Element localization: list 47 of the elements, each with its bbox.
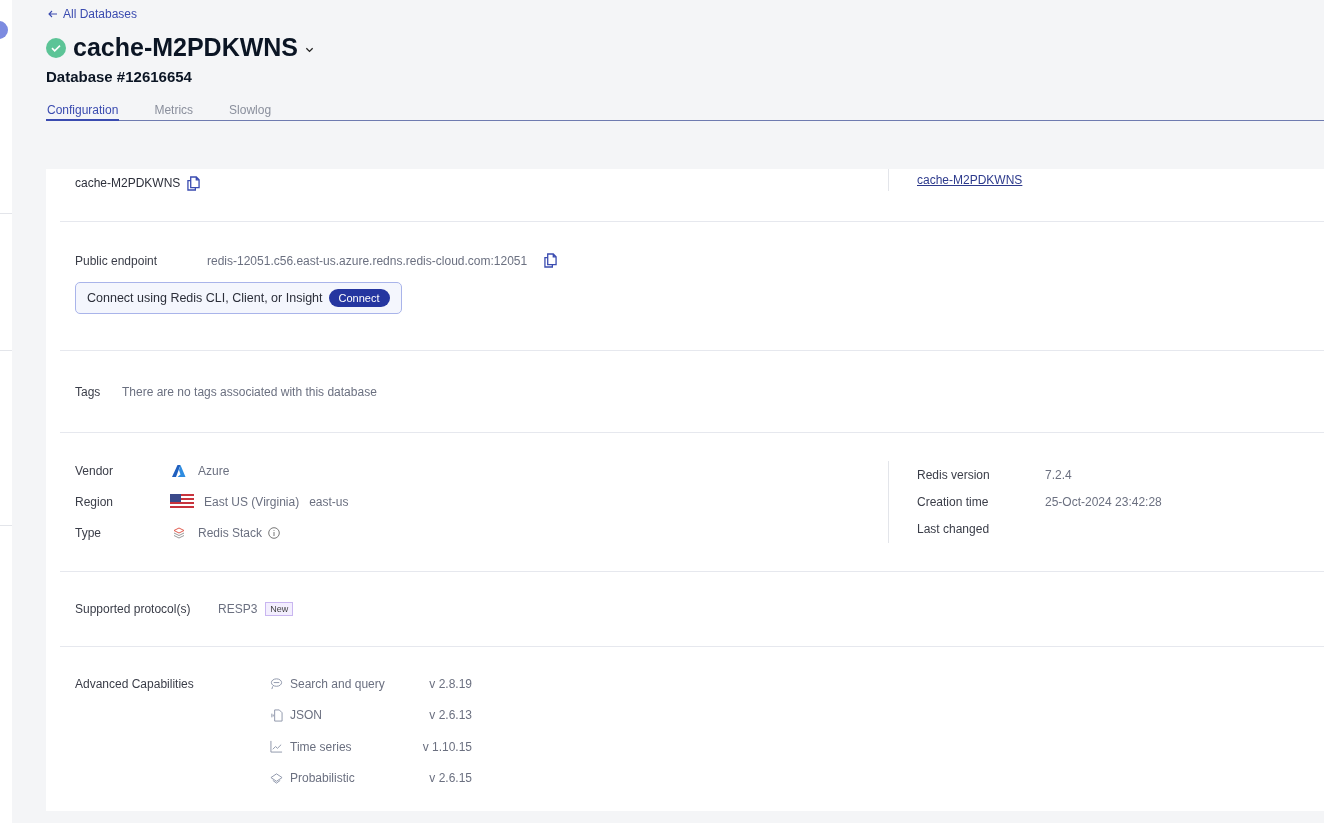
field-value: Azure — [198, 464, 230, 478]
field-value: Redis Stack — [198, 526, 263, 540]
back-arrow-icon — [48, 10, 58, 18]
field-label: Redis version — [917, 467, 991, 482]
database-number: Database #12616654 — [46, 68, 193, 85]
field-label: Supported protocol(s) — [75, 602, 192, 616]
connect-button[interactable]: Connect — [328, 289, 390, 307]
document-icon — [270, 708, 283, 722]
capability-version: v 2.6.13 — [428, 708, 472, 723]
capability-name: JSON — [290, 708, 323, 723]
capability-name: Search and query — [290, 676, 386, 691]
field-label: Type — [75, 526, 102, 540]
field-value: East US (Virginia) — [204, 495, 300, 509]
section-label: Advanced Capabilities — [75, 677, 195, 693]
new-badge: New — [265, 602, 294, 616]
endpoint-value: redis-12051.c56.east-us.azure.redns.redis-cloud.com:12051 — [207, 253, 528, 268]
capability-version: v 1.10.15 — [421, 739, 472, 754]
database-name: cache-M2PDKWNS — [75, 176, 181, 190]
capability-name: Probabilistic — [290, 771, 356, 786]
field-label: Last changed — [917, 522, 991, 537]
back-link[interactable]: All Databases — [48, 7, 138, 21]
database-name-title: cache-M2PDKWNS — [73, 33, 299, 62]
field-label: Tags — [75, 384, 102, 399]
info-icon[interactable] — [268, 527, 281, 539]
cloud-vendor-icon — [172, 465, 186, 477]
caret-icon[interactable] — [305, 46, 315, 53]
line-chart-icon — [270, 740, 283, 754]
field-label: Creation time — [917, 495, 990, 509]
empty-tags-text: There are no tags associated with this database — [122, 384, 377, 399]
connect-hint: Connect using Redis CLI, Client, or Insight — [87, 291, 323, 305]
capability-name: Time series — [290, 739, 353, 754]
region-code: east-us — [309, 495, 349, 509]
field-label: Vendor — [75, 464, 115, 478]
tab[interactable]: Configuration — [46, 103, 120, 121]
field-label: Region — [75, 495, 115, 509]
flag-icon — [170, 494, 194, 510]
stack-layers-icon — [172, 527, 186, 539]
copy-icon[interactable] — [544, 253, 558, 268]
capability-version: v 2.8.19 — [428, 676, 472, 691]
database-name-link[interactable]: cache-M2PDKWNS — [917, 173, 1023, 187]
layers-icon — [270, 771, 283, 785]
capability-version: v 2.6.15 — [428, 771, 472, 786]
field-label: Public endpoint — [75, 253, 159, 268]
field-value: 7.2.4 — [1045, 467, 1072, 482]
copy-icon[interactable] — [187, 175, 201, 191]
protocol-value: RESP3 — [218, 602, 258, 616]
field-value: 25-Oct-2024 23:42:28 — [1045, 495, 1162, 509]
